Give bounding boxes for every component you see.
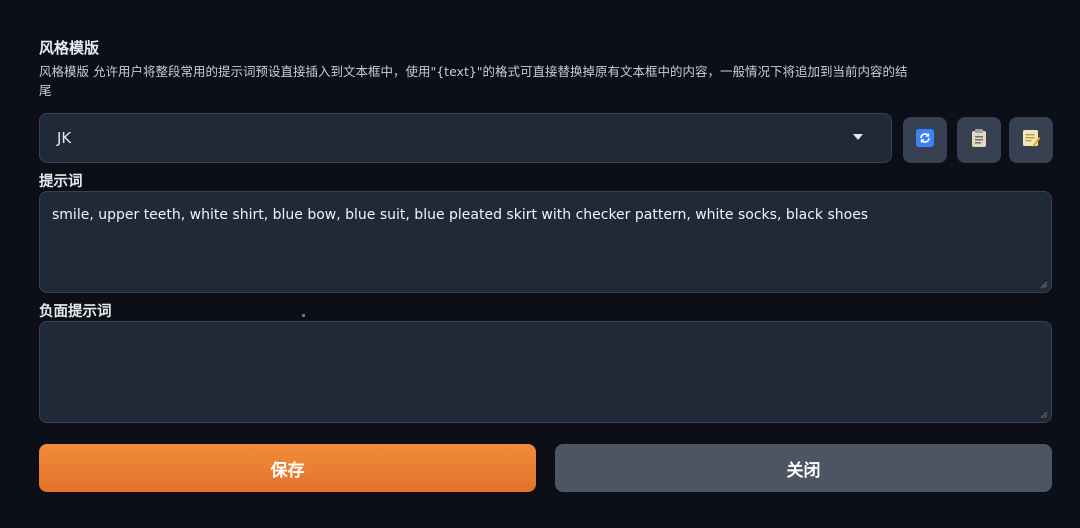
negative-prompt-textarea[interactable]	[39, 321, 1052, 423]
style-template-dropdown[interactable]: JK	[39, 113, 892, 163]
chevron-down-icon[interactable]	[853, 134, 863, 140]
prompt-label: 提示词	[39, 174, 83, 190]
section-description: 风格模版 允许用户将整段常用的提示词预设直接插入到文本框中，使用"{text}"…	[39, 64, 908, 98]
refresh-icon	[915, 128, 935, 152]
edit-button[interactable]	[1009, 117, 1053, 163]
refresh-button[interactable]	[903, 117, 947, 163]
prompt-text: smile, upper teeth, white shirt, blue bo…	[52, 207, 869, 223]
negative-prompt-label: 负面提示词	[39, 304, 112, 320]
edit-note-icon	[1021, 128, 1041, 152]
clipboard-icon	[970, 128, 988, 152]
dropdown-selected-value: JK	[57, 129, 72, 147]
close-button[interactable]: 关闭	[555, 444, 1052, 492]
paste-button[interactable]	[957, 117, 1001, 163]
prompt-textarea[interactable]: smile, upper teeth, white shirt, blue bo…	[39, 191, 1052, 293]
style-template-panel: 风格模版 风格模版 允许用户将整段常用的提示词预设直接插入到文本框中，使用"{t…	[0, 0, 1080, 528]
mouse-cursor	[302, 314, 305, 317]
resize-handle-icon[interactable]	[1040, 411, 1048, 419]
save-button[interactable]: 保存	[39, 444, 536, 492]
resize-handle-icon[interactable]	[1040, 281, 1048, 289]
section-title: 风格模版	[39, 39, 100, 57]
